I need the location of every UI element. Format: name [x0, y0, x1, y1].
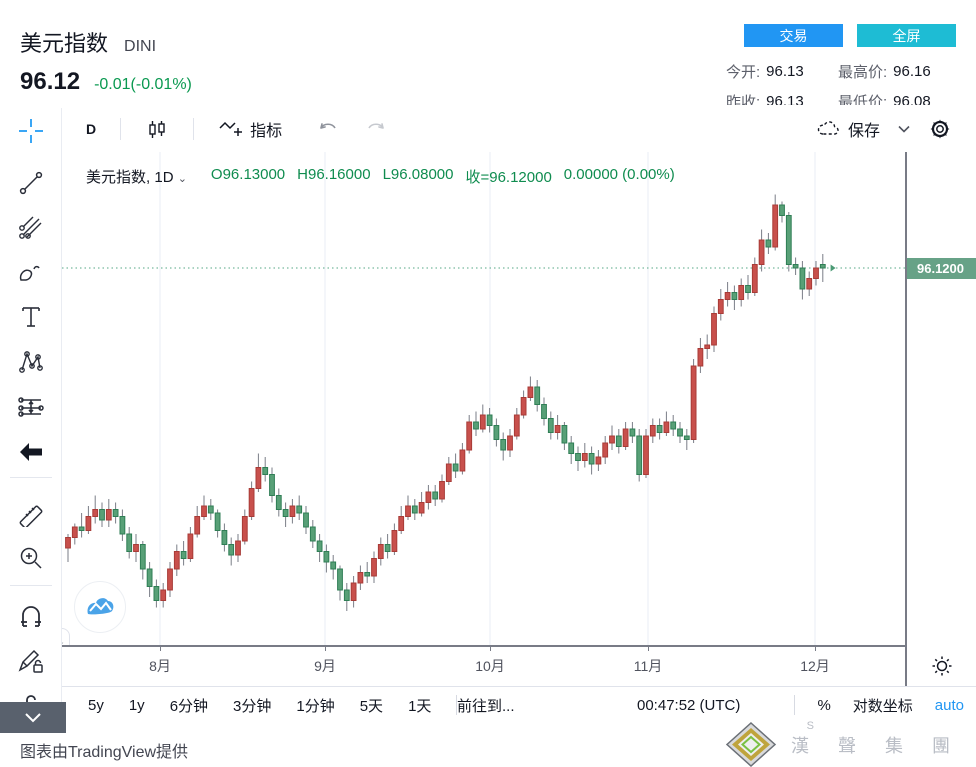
- provider-watermark-logo: [74, 581, 126, 633]
- goto-date-button[interactable]: 前往到...: [457, 687, 515, 723]
- range-button-6分钟[interactable]: 6分钟: [170, 695, 208, 716]
- trend-line-tool-icon[interactable]: [0, 164, 62, 202]
- brand-mark: S: [807, 720, 814, 732]
- range-button-1y[interactable]: 1y: [129, 697, 145, 714]
- range-button-5天[interactable]: 5天: [360, 695, 383, 716]
- legend-ohlc-part: 收=96.12000: [465, 166, 551, 187]
- page-title: 美元指数: [20, 26, 108, 58]
- chevron-down-icon[interactable]: [898, 125, 910, 133]
- price-change: -0.01(-0.01%): [94, 76, 192, 94]
- legend-symbol[interactable]: 美元指数, 1D ⌄: [86, 166, 187, 187]
- last-price-axis-label: 96.1200: [907, 258, 976, 279]
- brand-name: 漢 聲 集 團: [791, 732, 962, 758]
- redo-icon[interactable]: [364, 119, 388, 139]
- cloud-icon: [816, 119, 842, 139]
- chart-legend: 美元指数, 1D ⌄ O96.13000 H96.16000 L96.08000 收=…: [86, 166, 675, 187]
- quote-stat: 最高价:96.16: [838, 56, 960, 86]
- legend-chevron-icon[interactable]: ⌄: [178, 173, 187, 185]
- legend-ohlc-part: L96.08000: [383, 166, 454, 187]
- toolbar-separator: [794, 695, 795, 715]
- axis-month-label: 8月: [149, 656, 171, 676]
- range-buttons: 5y 1y 6分钟 3分钟 1分钟 5天 1天: [88, 687, 457, 723]
- brand-watermark: S 漢 聲 集 團: [725, 722, 962, 767]
- toolbar-separator: [193, 118, 194, 140]
- scale-controls: % 对数坐标 auto: [794, 687, 964, 723]
- axis-tick: [160, 647, 161, 651]
- pattern-tool-icon[interactable]: [0, 343, 62, 381]
- save-label: 保存: [848, 117, 880, 141]
- last-price: 96.12: [20, 68, 80, 96]
- axis-month-label: 9月: [314, 656, 336, 676]
- axis-tick: [815, 647, 816, 651]
- price-axis[interactable]: [905, 152, 976, 645]
- range-button-1天[interactable]: 1天: [408, 695, 431, 716]
- position-tool-icon[interactable]: [0, 388, 62, 426]
- trade-button[interactable]: 交易: [744, 24, 843, 47]
- log-scale-button[interactable]: 对数坐标: [853, 695, 913, 716]
- toolbar-scroll-down-overlay[interactable]: [0, 702, 66, 733]
- range-button-3分钟[interactable]: 3分钟: [233, 695, 271, 716]
- sidebar-divider: [10, 477, 52, 478]
- axis-month-label: 11月: [634, 656, 663, 676]
- timezone-clock[interactable]: 00:47:52 (UTC): [637, 687, 740, 723]
- chart-toolbar: D 指标: [62, 105, 976, 152]
- brand-diamond-logo-icon: [725, 722, 777, 767]
- legend-ohlc-part: 0.00000 (0.00%): [564, 166, 675, 187]
- indicators-label: 指标: [250, 117, 282, 141]
- chart-pane[interactable]: 美元指数, 1D ⌄ O96.13000 H96.16000 L96.08000 收=…: [62, 152, 905, 645]
- settings-gear-icon[interactable]: [928, 117, 952, 141]
- magnet-tool-icon[interactable]: [0, 598, 62, 636]
- chart-app: 美元指数 DINI 96.12 -0.01(-0.01%) 交易 全屏 今开:9…: [0, 0, 976, 767]
- candlestick-canvas[interactable]: [62, 152, 905, 645]
- range-button-1分钟[interactable]: 1分钟: [296, 695, 334, 716]
- fullscreen-button[interactable]: 全屏: [857, 24, 956, 47]
- interval-button[interactable]: D: [86, 121, 96, 137]
- axis-month-label: 12月: [800, 656, 830, 676]
- drawing-lock-icon[interactable]: [0, 643, 62, 681]
- time-axis[interactable]: 8月 9月 10月 11月 12月: [62, 645, 905, 686]
- header: 美元指数 DINI 96.12 -0.01(-0.01%) 交易 全屏 今开:9…: [0, 0, 976, 105]
- sun-icon[interactable]: [931, 655, 953, 677]
- sidebar-divider: [10, 585, 52, 586]
- axis-tick: [325, 647, 326, 651]
- legend-ohlc-part: O96.13000: [211, 166, 285, 187]
- measure-tool-icon[interactable]: [0, 494, 62, 532]
- save-button[interactable]: 保存: [816, 117, 880, 141]
- drawing-sidebar: [0, 108, 62, 735]
- back-arrow-icon[interactable]: [0, 433, 62, 471]
- footer: 图表由TradingView提供 S 漢 聲 集 團: [0, 722, 976, 767]
- undo-icon[interactable]: [316, 119, 340, 139]
- indicators-button[interactable]: 指标: [218, 117, 282, 141]
- price-axis-line: [905, 152, 907, 686]
- bottom-toolbar: 5y1y6分钟3分钟1分钟5天1天 前往到... 00:47:52 (UTC) …: [62, 686, 976, 722]
- axis-tick: [490, 647, 491, 651]
- symbol-code: DINI: [124, 38, 156, 56]
- crosshair-tool-icon[interactable]: [0, 112, 62, 150]
- axis-month-label: 10月: [475, 656, 505, 676]
- percent-scale-button[interactable]: %: [817, 697, 830, 714]
- brush-tool-icon[interactable]: [0, 253, 62, 291]
- legend-ohlc-part: H96.16000: [297, 166, 370, 187]
- axis-tick: [648, 647, 649, 651]
- zoom-in-tool-icon[interactable]: [0, 539, 62, 577]
- auto-scale-button[interactable]: auto: [935, 697, 964, 714]
- indicator-wave-icon: [218, 117, 244, 141]
- pitchfork-tool-icon[interactable]: [0, 208, 62, 246]
- candle-style-button[interactable]: [145, 117, 169, 141]
- range-button-5y[interactable]: 5y: [88, 697, 104, 714]
- quote-stat: 今开:96.13: [726, 56, 838, 86]
- axis-settings-corner[interactable]: [907, 645, 976, 686]
- toolbar-separator: [120, 118, 121, 140]
- legend-ohlc-values: O96.13000 H96.16000 L96.08000 收=96.12000 0.0…: [211, 166, 675, 187]
- tradingview-attribution: 图表由TradingView提供: [20, 738, 188, 762]
- text-tool-icon[interactable]: [0, 298, 62, 336]
